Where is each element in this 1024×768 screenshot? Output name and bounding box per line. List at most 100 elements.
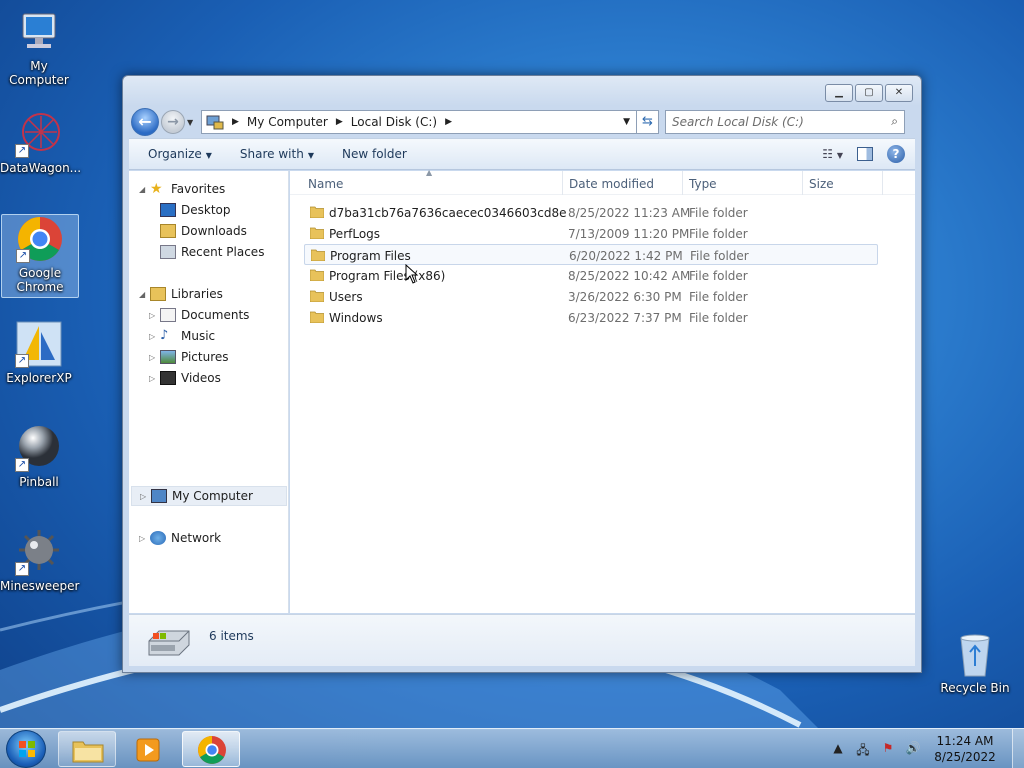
file-type: File folder [690,249,749,263]
view-options-button[interactable]: ☷ ▼ [822,147,843,161]
downloads-icon [160,224,176,238]
desktop-icon-my-computer[interactable]: My Computer [0,8,78,87]
desktop-icon-recycle-bin[interactable]: Recycle Bin [936,630,1014,695]
nav-favorites-label: Favorites [171,182,226,196]
explorer-window[interactable]: ▁ ▢ ✕ ← → ▼ ▶ My Computer ▶ Local Disk (… [122,75,922,673]
address-dropdown-icon[interactable]: ▼ [623,117,630,127]
new-folder-button[interactable]: New folder [342,147,407,161]
clock-date: 8/25/2022 [934,750,996,764]
organize-button[interactable]: Organize ▼ [148,147,212,161]
file-row[interactable]: PerfLogs 7/13/2009 11:20 PM File folder [304,223,878,244]
column-divider[interactable] [682,171,683,195]
maximize-button[interactable]: ▢ [855,84,883,102]
action-center-icon[interactable]: ⚑ [880,741,896,757]
nav-network[interactable]: ▷ Network [139,528,221,548]
close-button[interactable]: ✕ [885,84,913,102]
desktop-icon-pinball[interactable]: ↗ Pinball [0,424,78,489]
show-hidden-icons-icon[interactable]: ▲ [830,741,846,757]
folder-icon [310,290,324,302]
details-pane: 6 items [129,614,915,666]
file-row[interactable]: Program Files 6/20/2022 1:42 PM File fol… [304,244,878,265]
forward-button[interactable]: → [161,110,185,134]
breadcrumb-local-disk[interactable]: Local Disk (C:) [351,115,437,129]
desktop-icon-google-chrome[interactable]: ↗ Google Chrome [1,214,79,298]
start-button[interactable] [6,730,46,768]
videos-icon [160,371,176,385]
refresh-button[interactable]: ⇆ [637,110,659,134]
nav-recent-places[interactable]: Recent Places [160,242,264,262]
collapse-triangle-icon[interactable]: ▷ [149,353,159,362]
desktop-icon-label: Pinball [19,475,59,489]
item-count: 6 items [209,629,254,643]
chrome-icon [198,736,226,764]
expand-triangle-icon[interactable]: ◢ [139,290,149,299]
file-date: 8/25/2022 10:42 AM [568,269,691,283]
file-list[interactable]: ▲ Name Date modified Type Size d7ba31cb7… [290,168,915,613]
nav-pictures[interactable]: ▷ Pictures [149,347,229,367]
show-desktop-button[interactable] [1012,729,1024,768]
file-row[interactable]: Windows 6/23/2022 7:37 PM File folder [304,307,878,328]
nav-music[interactable]: ▷ ♪ Music [149,326,215,346]
minimize-button[interactable]: ▁ [825,84,853,102]
clock[interactable]: 11:24 AM 8/25/2022 [930,733,1000,765]
pinball-icon: ↗ [15,424,63,472]
collapse-triangle-icon[interactable]: ▷ [139,534,149,543]
recent-pages-dropdown[interactable]: ▼ [187,118,197,127]
address-bar-row: ← → ▼ ▶ My Computer ▶ Local Disk (C:) ▶ … [131,108,913,136]
volume-icon[interactable]: 🔊 [905,741,921,757]
column-divider[interactable] [802,171,803,195]
network-status-icon[interactable]: 🖧 [855,741,871,757]
search-input[interactable]: Search Local Disk (C:) ⌕ [665,110,905,134]
nav-videos[interactable]: ▷ Videos [149,368,221,388]
computer-icon [15,8,63,56]
nav-favorites[interactable]: ◢ ★ Favorites [139,179,225,199]
nav-downloads[interactable]: Downloads [160,221,247,241]
column-name[interactable]: Name [308,177,343,191]
collapse-triangle-icon[interactable]: ▷ [140,492,150,501]
preview-pane-icon[interactable] [857,147,873,161]
desktop-icon-minesweeper[interactable]: ↗ Minesweeper [0,528,79,593]
chevron-down-icon: ▼ [205,151,212,160]
nav-desktop[interactable]: Desktop [160,200,231,220]
nav-pictures-label: Pictures [181,350,229,364]
taskbar-chrome-button[interactable] [182,731,240,767]
address-field[interactable]: ▶ My Computer ▶ Local Disk (C:) ▶ ▼ [201,110,637,134]
recycle-bin-icon [951,630,999,678]
file-row[interactable]: Users 3/26/2022 6:30 PM File folder [304,286,878,307]
desktop-icon-label: Recycle Bin [940,681,1010,695]
column-divider[interactable] [882,171,883,195]
desktop-icon-explorerxp[interactable]: ↗ ExplorerXP [0,320,78,385]
shortcut-arrow-icon: ↗ [15,144,29,158]
nav-documents[interactable]: ▷ Documents [149,305,249,325]
column-type[interactable]: Type [689,177,717,191]
share-with-button[interactable]: Share with ▼ [240,147,314,161]
breadcrumb-my-computer[interactable]: My Computer [247,115,328,129]
file-row[interactable]: d7ba31cb76a7636caecec0346603cd8e 8/25/20… [304,202,878,223]
breadcrumb-separator-icon[interactable]: ▶ [232,117,239,127]
chevron-down-icon: ▼ [307,151,314,160]
file-type: File folder [689,269,748,283]
collapse-triangle-icon[interactable]: ▷ [149,332,159,341]
media-player-icon [136,738,160,762]
nav-my-computer[interactable]: ▷ My Computer [131,486,287,506]
taskbar-media-player-button[interactable] [120,731,178,767]
column-divider[interactable] [562,171,563,195]
collapse-triangle-icon[interactable]: ▷ [149,311,159,320]
column-size[interactable]: Size [809,177,834,191]
desktop-icon-datawagon[interactable]: ↗ DataWagon... [0,110,81,175]
file-date: 7/13/2009 11:20 PM [568,227,690,241]
search-icon[interactable]: ⌕ [891,114,898,129]
desktop-icon-label: Google Chrome [16,266,64,294]
breadcrumb-separator-icon[interactable]: ▶ [336,117,343,127]
file-row[interactable]: Program Files (x86) 8/25/2022 10:42 AM F… [304,265,878,286]
nav-libraries[interactable]: ◢ Libraries [139,284,223,304]
nav-downloads-label: Downloads [181,224,247,238]
taskbar-explorer-button[interactable] [58,731,116,767]
help-icon[interactable]: ? [887,145,905,163]
expand-triangle-icon[interactable]: ◢ [139,185,149,194]
column-date-modified[interactable]: Date modified [569,177,654,191]
collapse-triangle-icon[interactable]: ▷ [149,374,159,383]
file-date: 3/26/2022 6:30 PM [568,290,682,304]
breadcrumb-separator-icon[interactable]: ▶ [445,117,452,127]
back-button[interactable]: ← [131,108,159,136]
